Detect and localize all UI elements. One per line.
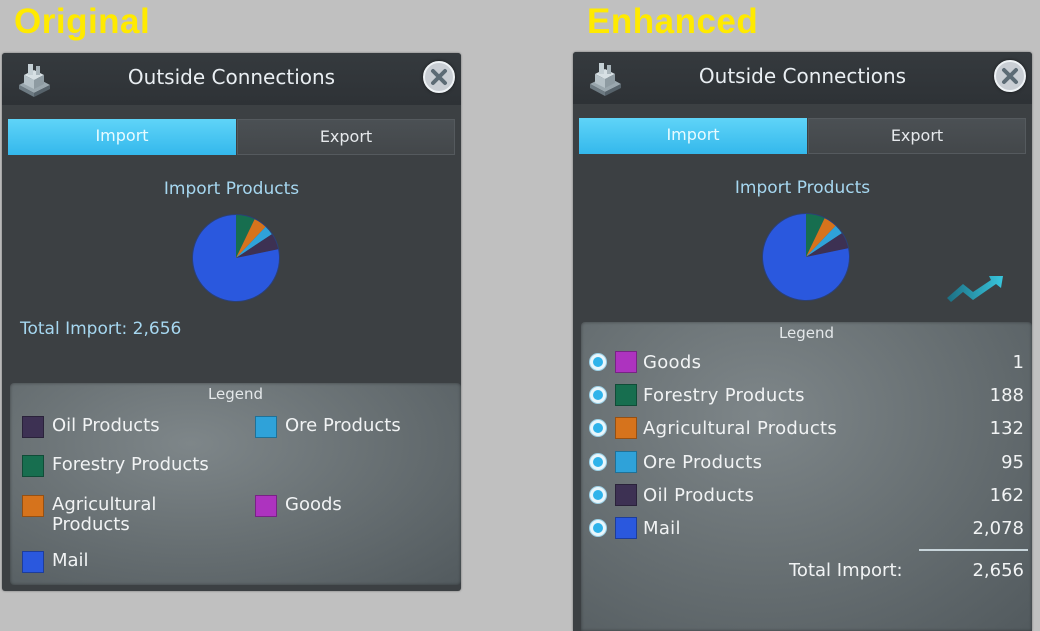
legend-swatch: [22, 416, 44, 438]
legend-label: Agricultural Products: [643, 418, 838, 439]
legend-swatch: [22, 495, 44, 517]
enhanced-panel: Outside Connections Import Export Import…: [573, 52, 1032, 631]
legend-label: Forestry Products: [643, 385, 805, 406]
legend-value: 188: [989, 385, 1024, 406]
legend-swatch: [255, 416, 277, 438]
legend-row-forestry[interactable]: Forestry Products 188: [581, 380, 1032, 413]
tab-import[interactable]: Import: [8, 119, 236, 155]
legend-panel: Legend Goods 1 Forestry Products 188 Agr…: [581, 322, 1032, 631]
legend-swatch: [255, 495, 277, 517]
legend-panel: Legend Oil Products Ore Products Forestr…: [10, 383, 461, 585]
original-heading: Original: [14, 2, 151, 41]
tab-export[interactable]: Export: [237, 119, 455, 155]
legend-swatch: [22, 551, 44, 573]
legend-row-agricultural[interactable]: Agricultural Products 132: [581, 413, 1032, 446]
legend-label: Goods: [643, 352, 702, 373]
import-pie-chart: [192, 214, 280, 302]
legend-value: 1: [1012, 352, 1024, 373]
title-bar: Outside Connections: [573, 52, 1032, 104]
close-button[interactable]: [423, 61, 455, 93]
legend-label: Mail: [52, 550, 89, 571]
radio-button[interactable]: [589, 386, 607, 404]
legend-label: Goods: [285, 494, 342, 515]
radio-button[interactable]: [589, 453, 607, 471]
chart-title: Import Products: [163, 179, 300, 199]
legend-swatch: [615, 384, 637, 406]
radio-button[interactable]: [589, 486, 607, 504]
legend-label: Ore Products: [285, 415, 401, 436]
legend-swatch: [615, 484, 637, 506]
legend-value: 132: [989, 418, 1024, 439]
tab-import[interactable]: Import: [579, 118, 807, 154]
legend-label: Ore Products: [643, 452, 763, 473]
legend-row-oil[interactable]: Oil Products 162: [581, 480, 1032, 513]
close-icon: [431, 69, 447, 85]
legend-swatch: [615, 417, 637, 439]
total-import-text: Total Import: 2,656: [20, 319, 182, 339]
legend-title: Legend: [778, 324, 835, 342]
legend-row-mail[interactable]: Mail 2,078: [581, 513, 1032, 546]
legend-swatch: [615, 451, 637, 473]
legend-swatch: [22, 455, 44, 477]
legend-value: 2,078: [972, 518, 1024, 539]
legend-value: 162: [989, 485, 1024, 506]
legend-row-goods[interactable]: Goods 1: [581, 347, 1032, 380]
legend-label: Agricultural Products: [52, 494, 157, 535]
legend-label: Oil Products: [52, 415, 160, 436]
enhanced-heading: Enhanced: [587, 2, 759, 41]
legend-label: Mail: [643, 518, 681, 539]
radio-button[interactable]: [589, 353, 607, 371]
radio-button[interactable]: [589, 419, 607, 437]
radio-button[interactable]: [589, 519, 607, 537]
chart-title: Import Products: [734, 178, 871, 198]
import-pie-chart: [762, 213, 850, 301]
original-panel: Outside Connections Import Export Import…: [2, 53, 461, 591]
tab-export[interactable]: Export: [808, 118, 1026, 154]
window-title: Outside Connections: [698, 64, 907, 88]
legend-label: Oil Products: [643, 485, 755, 506]
window-title: Outside Connections: [127, 65, 336, 89]
legend-swatch: [615, 351, 637, 373]
total-divider: [919, 549, 1028, 551]
trend-up-icon: [947, 276, 1003, 302]
legend-value: 95: [1001, 452, 1024, 473]
close-button[interactable]: [994, 60, 1026, 92]
total-import-label: Total Import:: [789, 560, 903, 581]
legend-row-ore[interactable]: Ore Products 95: [581, 447, 1032, 480]
legend-swatch: [615, 517, 637, 539]
legend-label: Forestry Products: [52, 454, 209, 475]
close-icon: [1002, 68, 1018, 84]
legend-title: Legend: [207, 385, 264, 403]
title-bar: Outside Connections: [2, 53, 461, 105]
total-import-value: 2,656: [972, 560, 1024, 581]
